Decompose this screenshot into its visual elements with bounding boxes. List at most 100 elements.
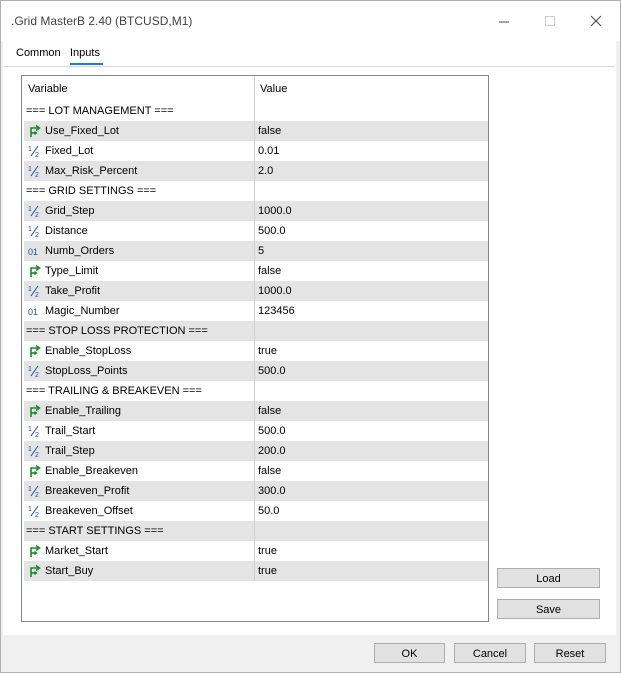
svg-text:01: 01 xyxy=(28,307,38,317)
variable-value[interactable]: 500.0 xyxy=(258,225,286,237)
variable-value[interactable]: 123456 xyxy=(258,305,295,317)
section-label: === STOP LOSS PROTECTION === xyxy=(26,325,208,337)
parameter-row[interactable]: Type_Limit false xyxy=(22,261,488,281)
variable-value[interactable]: 5 xyxy=(258,245,264,257)
save-button[interactable]: Save xyxy=(497,599,600,619)
value-cell[interactable]: false xyxy=(255,461,488,481)
parameter-row[interactable]: 1 2 Max_Risk_Percent 2.0 xyxy=(22,161,488,181)
variable-cell: 1 2 Trail_Step xyxy=(24,441,254,461)
parameter-row[interactable]: 1 2 Grid_Step 1000.0 xyxy=(22,201,488,221)
reset-button[interactable]: Reset xyxy=(534,643,606,663)
active-tab-indicator xyxy=(70,63,103,65)
svg-text:2: 2 xyxy=(35,292,39,298)
value-cell[interactable]: true xyxy=(255,541,488,561)
variable-cell: 1 2 Breakeven_Offset xyxy=(24,501,254,521)
variable-value[interactable]: 0.01 xyxy=(258,145,279,157)
variable-name: Breakeven_Profit xyxy=(45,485,130,497)
variable-name: Trail_Step xyxy=(45,445,95,457)
parameter-row[interactable]: Use_Fixed_Lot false xyxy=(22,121,488,141)
parameter-row[interactable]: Enable_StopLoss true xyxy=(22,341,488,361)
section-label: === START SETTINGS === xyxy=(26,525,164,537)
variable-value[interactable]: 500.0 xyxy=(258,365,286,377)
variable-value[interactable]: 1000.0 xyxy=(258,285,292,297)
parameter-row[interactable]: 01 Magic_Number 123456 xyxy=(22,301,488,321)
svg-text:1: 1 xyxy=(28,166,32,173)
variable-value[interactable]: 300.0 xyxy=(258,485,286,497)
variable-value[interactable]: false xyxy=(258,405,281,417)
variable-cell: 1 2 Fixed_Lot xyxy=(24,141,254,161)
variable-name: Distance xyxy=(45,225,88,237)
section-label: === LOT MANAGEMENT === xyxy=(26,105,174,117)
parameter-row[interactable]: 1 2 Fixed_Lot 0.01 xyxy=(22,141,488,161)
parameter-row[interactable]: 1 2 StopLoss_Points 500.0 xyxy=(22,361,488,381)
value-cell[interactable]: 123456 xyxy=(255,301,488,321)
maximize-button[interactable] xyxy=(527,1,573,41)
value-cell[interactable]: 500.0 xyxy=(255,361,488,381)
variable-cell: 1 2 Trail_Start xyxy=(24,421,254,441)
value-cell[interactable]: 2.0 xyxy=(255,161,488,181)
variable-value[interactable]: true xyxy=(258,545,277,557)
value-cell[interactable]: 5 xyxy=(255,241,488,261)
column-header-variable[interactable]: Variable xyxy=(28,83,68,95)
ok-button[interactable]: OK xyxy=(374,643,445,663)
variable-name: Numb_Orders xyxy=(45,245,115,257)
parameter-row[interactable]: 1 2 Breakeven_Profit 300.0 xyxy=(22,481,488,501)
value-cell[interactable]: true xyxy=(255,341,488,361)
title-bar: .Grid MasterB 2.40 (BTCUSD,M1) xyxy=(1,1,620,41)
parameter-row[interactable]: 1 2 Trail_Start 500.0 xyxy=(22,421,488,441)
value-cell[interactable]: 0.01 xyxy=(255,141,488,161)
svg-text:1: 1 xyxy=(28,226,32,233)
value-cell[interactable]: false xyxy=(255,121,488,141)
parameter-row[interactable]: 1 2 Trail_Step 200.0 xyxy=(22,441,488,461)
int-icon: 01 xyxy=(28,244,42,258)
value-cell[interactable]: 300.0 xyxy=(255,481,488,501)
value-cell xyxy=(255,321,488,341)
parameter-row[interactable]: 1 2 Breakeven_Offset 50.0 xyxy=(22,501,488,521)
variable-name: Enable_Breakeven xyxy=(45,465,138,477)
value-cell[interactable]: false xyxy=(255,401,488,421)
parameter-row[interactable]: Enable_Trailing false xyxy=(22,401,488,421)
value-cell[interactable]: 1000.0 xyxy=(255,201,488,221)
variable-value[interactable]: 1000.0 xyxy=(258,205,292,217)
window-title: .Grid MasterB 2.40 (BTCUSD,M1) xyxy=(11,14,193,28)
variable-value[interactable]: false xyxy=(258,265,281,277)
value-cell[interactable]: false xyxy=(255,261,488,281)
svg-text:2: 2 xyxy=(35,172,39,178)
variable-value[interactable]: 2.0 xyxy=(258,165,273,177)
tab-common[interactable]: Common xyxy=(16,47,61,59)
parameter-row[interactable]: 1 2 Take_Profit 1000.0 xyxy=(22,281,488,301)
variable-cell: Start_Buy xyxy=(24,561,254,581)
close-button[interactable] xyxy=(573,1,619,41)
value-cell[interactable]: true xyxy=(255,561,488,581)
parameter-row[interactable]: 1 2 Distance 500.0 xyxy=(22,221,488,241)
parameter-row[interactable]: Market_Start true xyxy=(22,541,488,561)
parameter-row[interactable]: 01 Numb_Orders 5 xyxy=(22,241,488,261)
svg-text:2: 2 xyxy=(35,492,39,498)
int-icon: 01 xyxy=(28,304,42,318)
cancel-button[interactable]: Cancel xyxy=(454,643,526,663)
variable-value[interactable]: 200.0 xyxy=(258,445,286,457)
load-button[interactable]: Load xyxy=(497,568,600,588)
parameter-row[interactable]: Enable_Breakeven false xyxy=(22,461,488,481)
minimize-button[interactable] xyxy=(481,1,527,41)
value-cell[interactable]: 500.0 xyxy=(255,221,488,241)
parameter-row[interactable]: Start_Buy true xyxy=(22,561,488,581)
svg-text:2: 2 xyxy=(35,432,39,438)
variable-value[interactable]: 500.0 xyxy=(258,425,286,437)
variable-value[interactable]: true xyxy=(258,565,277,577)
variable-value[interactable]: false xyxy=(258,465,281,477)
variable-name: Enable_Trailing xyxy=(45,405,122,417)
value-cell[interactable]: 50.0 xyxy=(255,501,488,521)
variable-value[interactable]: 50.0 xyxy=(258,505,279,517)
variable-cell: === TRAILING & BREAKEVEN === xyxy=(24,381,254,401)
svg-text:2: 2 xyxy=(35,512,39,518)
value-cell[interactable]: 200.0 xyxy=(255,441,488,461)
input-dialog: .Grid MasterB 2.40 (BTCUSD,M1) Common In… xyxy=(0,0,621,673)
value-cell[interactable]: 1000.0 xyxy=(255,281,488,301)
section-row: === TRAILING & BREAKEVEN === xyxy=(22,381,488,401)
value-cell[interactable]: 500.0 xyxy=(255,421,488,441)
column-header-value[interactable]: Value xyxy=(260,83,287,95)
tab-inputs[interactable]: Inputs xyxy=(70,47,100,59)
variable-value[interactable]: true xyxy=(258,345,277,357)
variable-value[interactable]: false xyxy=(258,125,281,137)
